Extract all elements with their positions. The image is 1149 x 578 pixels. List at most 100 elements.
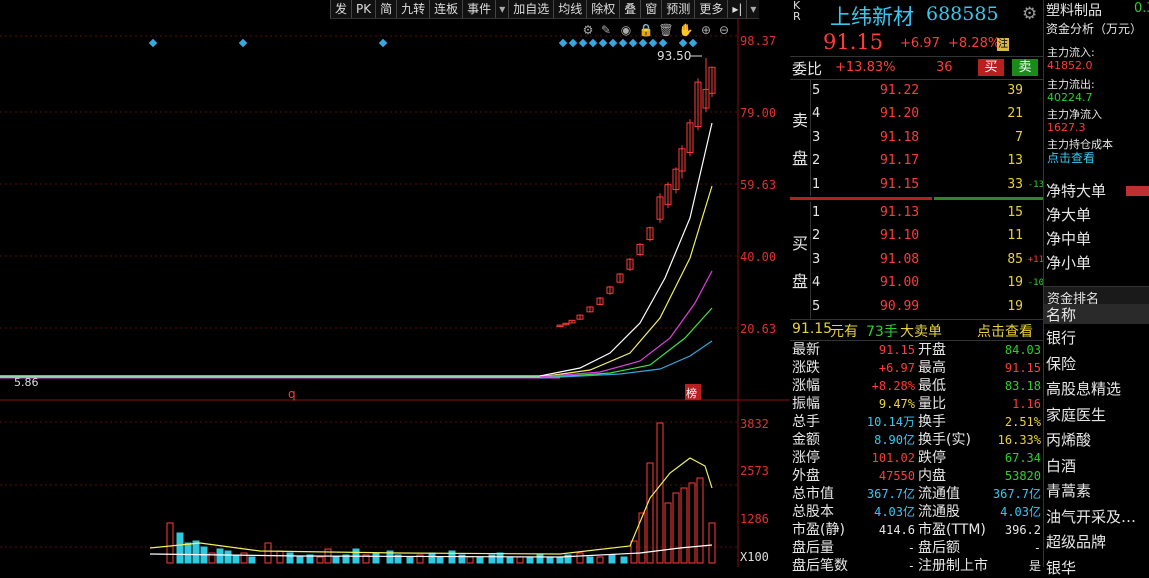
toolbar-item-11[interactable]: 窗 [640, 0, 661, 18]
lock-icon[interactable]: 🔒 [639, 23, 654, 37]
toolbar-item-5[interactable]: 事件 [462, 0, 495, 18]
buy-level-1[interactable]: 1 91.13 15 [810, 203, 1043, 223]
stock-code: 688585 [926, 3, 999, 25]
sell-level-1[interactable]: 1 91.15 33 -13 [810, 175, 1044, 195]
volume-bar [316, 556, 324, 564]
volume-bar [680, 487, 688, 564]
sector-value: 0.3 [1134, 1, 1149, 16]
quote-value: 8.90亿 [874, 433, 915, 447]
volume-bar [428, 552, 436, 564]
big-order-view-link[interactable]: 点击查看 [977, 321, 1033, 341]
rank-item[interactable]: 青蒿素 [1046, 480, 1091, 501]
rank-item[interactable]: 白酒 [1046, 455, 1076, 476]
sell-button[interactable]: 卖 [1012, 59, 1038, 76]
sell-level-3[interactable]: 3 91.18 7 [810, 128, 1043, 148]
rank-item[interactable]: 银华 [1046, 557, 1076, 578]
buy-level-3[interactable]: 3 91.08 85 +11 [810, 250, 1044, 270]
volume-bar [586, 556, 594, 564]
toolbar-item-8[interactable]: 均线 [553, 0, 586, 18]
brush-icon[interactable]: ✎ [601, 23, 611, 37]
volume-bar [620, 556, 628, 564]
weibi-row: 委比 +13.83% 36 买 卖 [790, 56, 1043, 80]
rank-item[interactable]: 家庭医生 [1046, 404, 1106, 425]
quote-label: 最低 [918, 378, 946, 394]
toolbar-item-15[interactable]: ▾ [746, 0, 759, 18]
toolbar-item-9[interactable]: 除权 [586, 0, 619, 18]
trash-icon[interactable]: 🗑 [658, 23, 673, 37]
eye-icon[interactable]: ◉ [621, 23, 631, 37]
quote-label: 涨跌 [792, 360, 820, 376]
add-icon[interactable]: ⊕ [701, 23, 711, 37]
rank-item[interactable]: 超级品牌 [1046, 531, 1106, 552]
toolbar-item-7[interactable]: 加自选 [508, 0, 553, 18]
weibi-label: 委比 [792, 60, 823, 78]
volume-bar [608, 554, 616, 564]
toolbar-item-6[interactable]: ▾ [495, 0, 508, 18]
quote-value: 84.03 [1004, 343, 1041, 357]
toolbar-item-0[interactable]: 发 [330, 0, 351, 18]
volume-bar [240, 552, 248, 564]
cost-view-link[interactable]: 点击查看 [1047, 149, 1095, 166]
order-level: 4 [812, 106, 821, 122]
rank-item[interactable]: 高股息精选 [1046, 378, 1121, 399]
buy-level-4[interactable]: 4 91.00 19 -10 [810, 273, 1044, 293]
ma10-line [539, 185, 713, 378]
rank-item[interactable]: 保险 [1046, 353, 1076, 374]
outflow-value: 40224.7 [1047, 91, 1093, 104]
volume-bar [296, 556, 304, 564]
toolbar-item-14[interactable]: ▸| [727, 0, 746, 18]
volume-bar [476, 556, 484, 564]
quote-value: +8.28% [871, 379, 915, 393]
rank-item[interactable]: 油气开采及… [1046, 506, 1136, 527]
order-change: -13 [1027, 179, 1044, 190]
event-diamond [558, 38, 568, 48]
quote-row: 涨跌 +6.97 最高 91.15 [790, 359, 1043, 377]
volume-bar [506, 556, 514, 564]
order-volume: 13 [1007, 153, 1023, 169]
quote-row: 外盘 47550 内盘 53820 [790, 467, 1043, 485]
kline-chart-area[interactable]: 98.37 79.00 59.63 40.00 20.63 3832 2573 1286 X10… [0, 18, 790, 567]
kline-chart-svg[interactable]: 98.37 79.00 59.63 40.00 20.63 3832 2573 1286 X10… [0, 18, 790, 567]
quote-value: 2.51% [1004, 415, 1041, 429]
hand-icon[interactable]: ✋ [679, 23, 694, 37]
order-volume: 15 [1007, 205, 1023, 220]
buy-button[interactable]: 买 [978, 59, 1004, 76]
buy-level-2[interactable]: 2 91.10 11 [810, 226, 1043, 246]
order-level: 2 [812, 228, 821, 244]
quote-label: 盘后量 [792, 540, 834, 556]
quote-row: 总股本 4.03亿 流通股 4.03亿 [790, 503, 1043, 521]
quote-row: 市盈(静) 414.6 市盈(TTM) 396.2 [790, 521, 1043, 539]
quote-table: 最新 91.15 开盘 84.03 涨跌 +6.97 最高 91.15 涨幅 +8.28% 最低 83… [790, 341, 1043, 574]
toolbar-item-13[interactable]: 更多 [694, 0, 727, 18]
volume-bar [224, 550, 232, 564]
quote-value: 4.03亿 [1000, 505, 1041, 519]
flow-item: 净特大单 [1046, 182, 1107, 200]
toolbar-item-10[interactable]: 叠 [619, 0, 640, 18]
rank-item[interactable]: 银行 [1046, 327, 1076, 348]
rank-header: 名称 [1044, 304, 1149, 324]
toolbar-item-12[interactable]: 预测 [661, 0, 694, 18]
rank-item[interactable]: 丙烯酸 [1046, 429, 1091, 450]
stock-change: +6.97 [900, 36, 940, 51]
sell-level-4[interactable]: 4 91.20 21 [810, 104, 1043, 124]
settings-gear-icon[interactable]: ⚙ [1022, 4, 1037, 24]
toolbar-item-3[interactable]: 九转 [396, 0, 429, 18]
minus-icon[interactable]: ⊖ [719, 23, 729, 37]
event-diamond [648, 38, 658, 48]
toolbar-item-1[interactable]: PK [351, 0, 375, 18]
quote-value: 4.03亿 [874, 505, 915, 519]
inflow-value: 41852.0 [1047, 59, 1093, 72]
order-change: -10 [1027, 278, 1044, 289]
sell-level-5[interactable]: 5 91.22 39 [810, 81, 1043, 101]
toolbar-item-2[interactable]: 简 [375, 0, 396, 18]
toolbar-item-4[interactable]: 连板 [429, 0, 462, 18]
gear-icon[interactable]: ⚙ [583, 23, 594, 37]
order-volume: 39 [1007, 83, 1023, 98]
volume-bar [264, 542, 272, 564]
quote-label: 涨停 [792, 450, 820, 466]
volume-bar [372, 552, 380, 564]
buy-level-5[interactable]: 5 90.99 19 [810, 297, 1043, 317]
quote-value: 101.02 [871, 451, 915, 465]
sell-level-2[interactable]: 2 91.17 13 [810, 151, 1043, 171]
sector-name[interactable]: 塑料制品 [1046, 0, 1102, 20]
